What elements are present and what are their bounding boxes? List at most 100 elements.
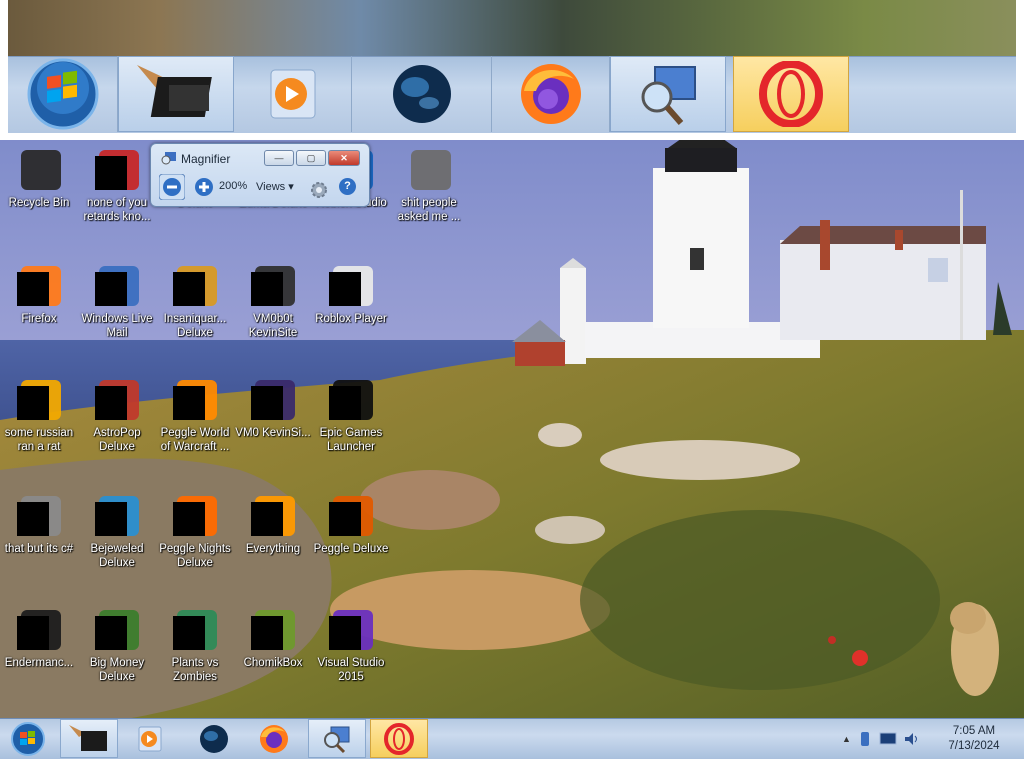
magnifier-window[interactable]: Magnifier — ▢ ✕ 200% Views ▾ ? [150,143,370,207]
arrow-screen-app-icon [137,65,212,117]
desktop-icon[interactable]: Endermanc... [0,608,78,670]
desktop-icon[interactable]: Firefox [0,264,78,326]
magnified-view [0,0,1024,140]
recycle-bin-icon [17,148,61,192]
taskbar-earth-app[interactable] [186,719,242,758]
vm-shortcut-2-icon [251,378,295,422]
clock-date: 7/13/2024 [948,740,1000,752]
desktop-icon-label: VM0 KevinSi... [235,427,311,439]
desktop-icon[interactable]: Plants vs Zombies [156,608,234,684]
opera-icon [384,722,414,755]
media-player-icon [138,726,162,751]
epic-games-icon [329,378,373,422]
firefox-icon [260,724,288,753]
taskbar-clock[interactable]: 7:05 AM 7/13/2024 [936,724,1012,754]
plants-vs-zombies-icon [173,608,217,652]
desktop-icon-label: Bejeweled Deluxe [90,543,144,569]
desktop-icon-label: that but its c# [4,543,74,555]
desktop-icon[interactable]: Everything [234,494,312,556]
opera-icon [759,61,823,127]
magnified-start-orb[interactable] [8,56,118,132]
show-hidden-icons-button[interactable]: ▲ [842,734,851,744]
desktop-icon[interactable]: Windows Live Mail [78,264,156,340]
desktop-icon[interactable]: VM0b0t KevinSite [234,264,312,340]
desktop-icon-label: Big Money Deluxe [89,657,145,683]
desktop-icon[interactable]: Visual Studio 2015 [312,608,390,684]
views-dropdown[interactable]: Views ▾ [256,180,294,193]
taskbar-firefox[interactable] [246,719,302,758]
desktop-icon-label: Insaniquar... Deluxe [163,313,227,339]
desktop-icon-label: Firefox [21,313,57,325]
desktop-icon-label: Epic Games Launcher [319,427,383,453]
big-money-icon [95,608,139,652]
views-label: Views [256,181,286,193]
firefox-icon [520,64,581,124]
desktop-icon[interactable]: Roblox Player [312,264,390,326]
maximize-button[interactable]: ▢ [296,150,326,166]
zoom-in-button[interactable] [191,174,217,200]
desktop-icon[interactable]: AstroPop Deluxe [78,378,156,454]
desktop-icon[interactable]: VM0 KevinSi... [234,378,312,440]
magnified-media-player[interactable] [234,56,352,132]
system-tray: ▲ [842,719,919,758]
desktop-icon-label: none of you retards kno... [83,197,151,223]
desktop-icon-label: Everything [245,543,301,555]
insaniquarium-icon [173,264,217,308]
magnified-firefox[interactable] [492,56,610,132]
vm-shortcut-icon [251,264,295,308]
gear-icon[interactable] [309,177,329,203]
desktop-icon[interactable]: some russian ran a rat [0,378,78,454]
media-player-icon [270,69,315,119]
phone-sync-icon[interactable] [857,731,873,747]
desktop-icon-label: Endermanc... [4,657,74,669]
zoom-level: 200% [219,180,248,192]
windows-live-mail-icon [95,264,139,308]
chomikbox-icon [251,608,295,652]
desktop-icon-label: Recycle Bin [8,197,70,209]
start-button[interactable] [0,719,56,758]
desktop-icon[interactable]: ChomikBox [234,608,312,670]
opera-shortcut-icon [95,148,139,192]
network-icon[interactable] [879,731,897,747]
astropop-icon [95,378,139,422]
taskbar-opera[interactable] [370,719,428,758]
desktop-icon[interactable]: Recycle Bin [0,148,78,210]
globe-icon [200,724,228,753]
magnifier-monitor-icon [324,726,350,753]
windows-orb-icon [11,721,45,756]
desktop-icon[interactable]: Peggle Deluxe [312,494,390,556]
everything-search-icon [251,494,295,538]
zoom-out-button[interactable] [159,174,185,200]
text-file-icon [17,378,61,422]
volume-icon[interactable] [903,731,919,747]
taskbar-media-player[interactable] [122,719,178,758]
peggle-icon [329,494,373,538]
peggle-wow-icon [173,378,217,422]
desktop-icon[interactable]: Peggle World of Warcraft ... [156,378,234,454]
taskbar-explorer-app[interactable] [60,719,118,758]
desktop-icon[interactable]: none of you retards kno... [78,148,156,224]
bejeweled-icon [95,494,139,538]
magnified-wallpaper-strip [8,0,1016,56]
desktop-icon[interactable]: Insaniquar... Deluxe [156,264,234,340]
minimize-button[interactable]: — [264,150,294,166]
help-button[interactable]: ? [339,178,356,195]
close-button[interactable]: ✕ [328,150,360,166]
endermanch-icon [17,608,61,652]
desktop-icon[interactable]: that but its c# [0,494,78,556]
magnified-explorer-app[interactable] [118,56,234,132]
desktop-icon[interactable]: Peggle Nights Deluxe [156,494,234,570]
magnified-remote-desktop-app[interactable] [610,56,726,132]
desktop-icon[interactable]: Epic Games Launcher [312,378,390,454]
desktop-icon-label: Peggle World of Warcraft ... [160,427,230,453]
desktop-icon-label: some russian ran a rat [4,427,74,453]
magnified-opera[interactable] [733,56,849,132]
desktop-icon[interactable]: shit people asked me ... [390,148,468,224]
magnifier-title: Magnifier [181,152,231,166]
magnified-earth-app[interactable] [352,56,492,132]
chevron-down-icon: ▾ [288,181,294,193]
roblox-player-icon [329,264,373,308]
taskbar-remote-desktop-app[interactable] [308,719,366,758]
desktop-icon[interactable]: Big Money Deluxe [78,608,156,684]
desktop-icon[interactable]: Bejeweled Deluxe [78,494,156,570]
